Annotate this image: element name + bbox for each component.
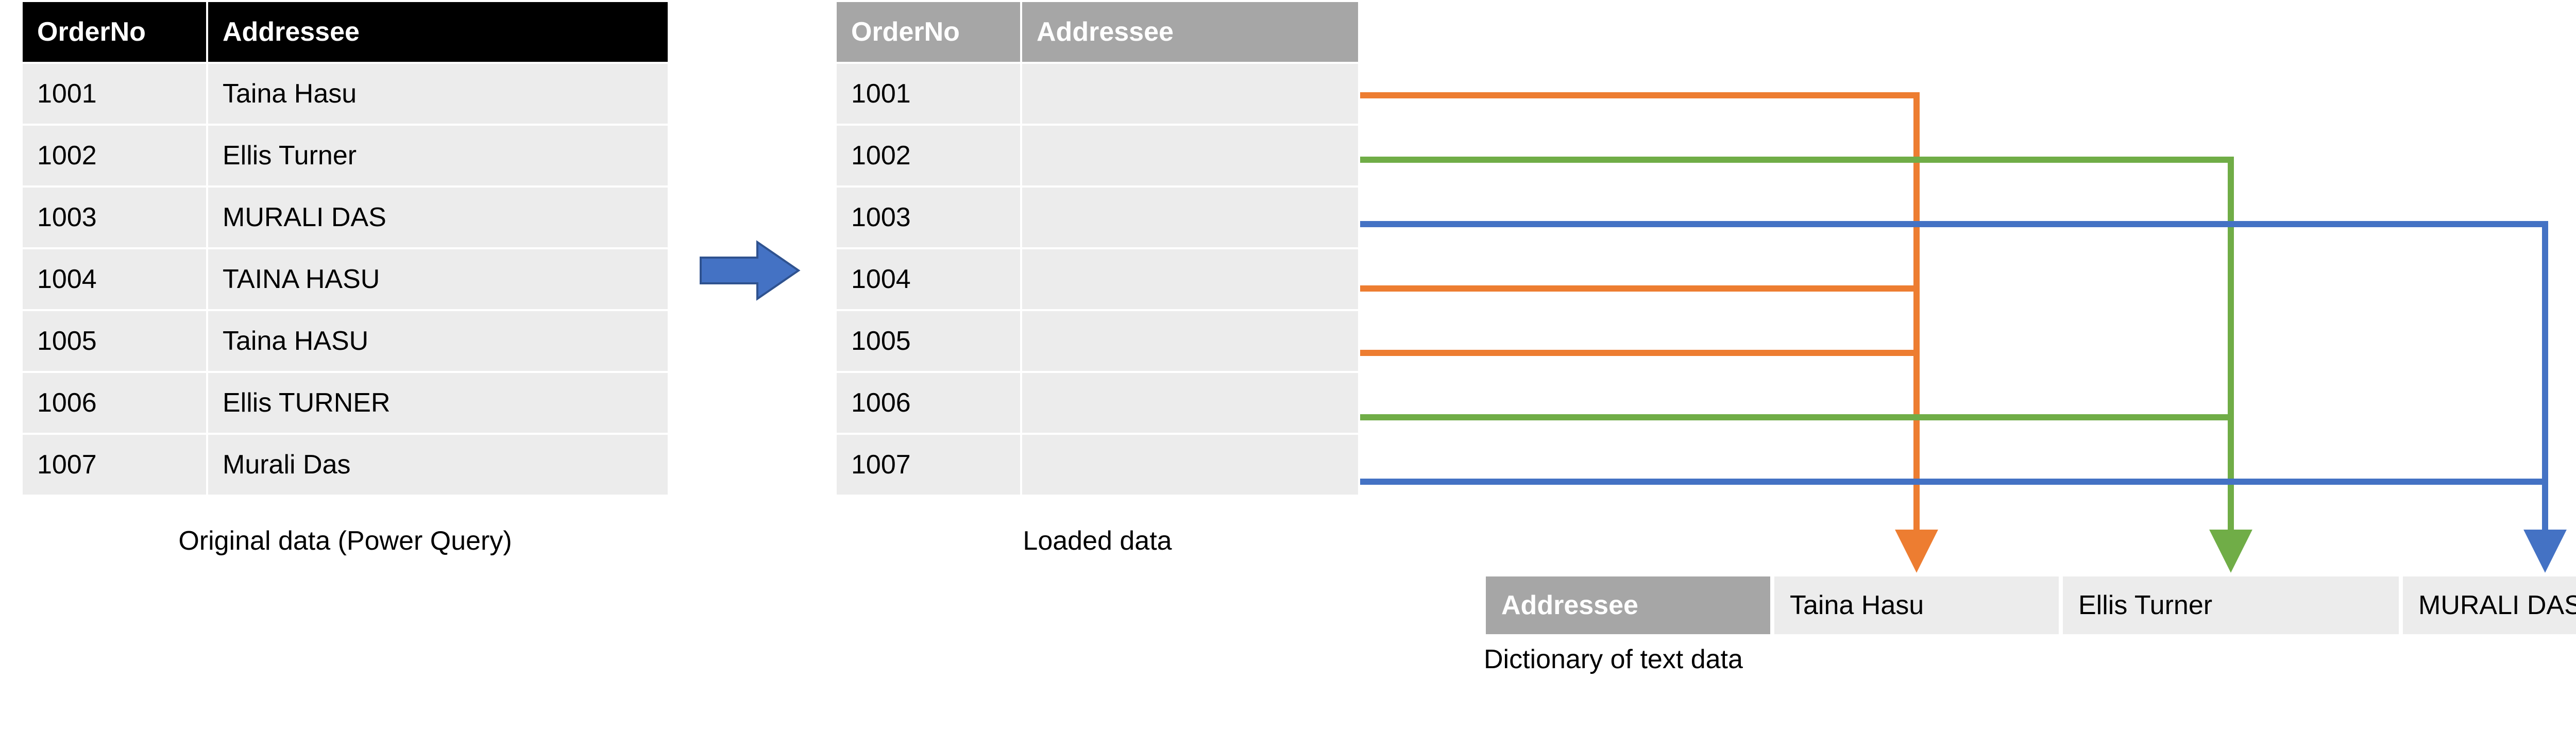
- table-row: 1002Ellis Turner: [22, 125, 669, 186]
- original-header-addressee: Addressee: [207, 1, 669, 63]
- table-row: 1004: [836, 248, 1359, 310]
- table-row: 1007: [836, 434, 1359, 496]
- original-table-body: 1001Taina Hasu 1002Ellis Turner 1003MURA…: [22, 63, 669, 496]
- original-header-orderno: OrderNo: [22, 1, 207, 63]
- connector-orange: [1360, 95, 1917, 564]
- connector-green: [1360, 160, 2231, 564]
- dictionary-value: Taina Hasu: [1772, 574, 2061, 636]
- table-row: 1006Ellis TURNER: [22, 372, 669, 434]
- loaded-data-table: OrderNo Addressee 1001 1002 1003 1004 10…: [835, 0, 1360, 497]
- loaded-table-caption: Loaded data: [835, 525, 1360, 556]
- dictionary-value: MURALI DAS: [2401, 574, 2576, 636]
- table-row: 1003: [836, 186, 1359, 248]
- table-row: 1006: [836, 372, 1359, 434]
- dictionary-caption: Dictionary of text data: [1484, 644, 2102, 675]
- table-row: 1005Taina HASU: [22, 310, 669, 372]
- dictionary-row: Addressee Taina Hasu Ellis Turner MURALI…: [1484, 574, 2576, 636]
- table-row: 1003MURALI DAS: [22, 186, 669, 248]
- arrow-right-icon: [696, 237, 804, 304]
- table-row: 1001: [836, 63, 1359, 125]
- original-table-caption: Original data (Power Query): [21, 525, 670, 556]
- dictionary-header: Addressee: [1484, 574, 1772, 636]
- table-row: 1002: [836, 125, 1359, 186]
- table-row: 1007Murali Das: [22, 434, 669, 496]
- table-row: 1001Taina Hasu: [22, 63, 669, 125]
- original-data-table: OrderNo Addressee 1001Taina Hasu 1002Ell…: [21, 0, 670, 497]
- dictionary-value: Ellis Turner: [2061, 574, 2401, 636]
- loaded-table-body: 1001 1002 1003 1004 1005 1006 1007: [836, 63, 1359, 496]
- connector-blue: [1360, 224, 2545, 564]
- table-row: 1005: [836, 310, 1359, 372]
- table-row: 1004TAINA HASU: [22, 248, 669, 310]
- loaded-header-addressee: Addressee: [1021, 1, 1359, 63]
- loaded-header-orderno: OrderNo: [836, 1, 1021, 63]
